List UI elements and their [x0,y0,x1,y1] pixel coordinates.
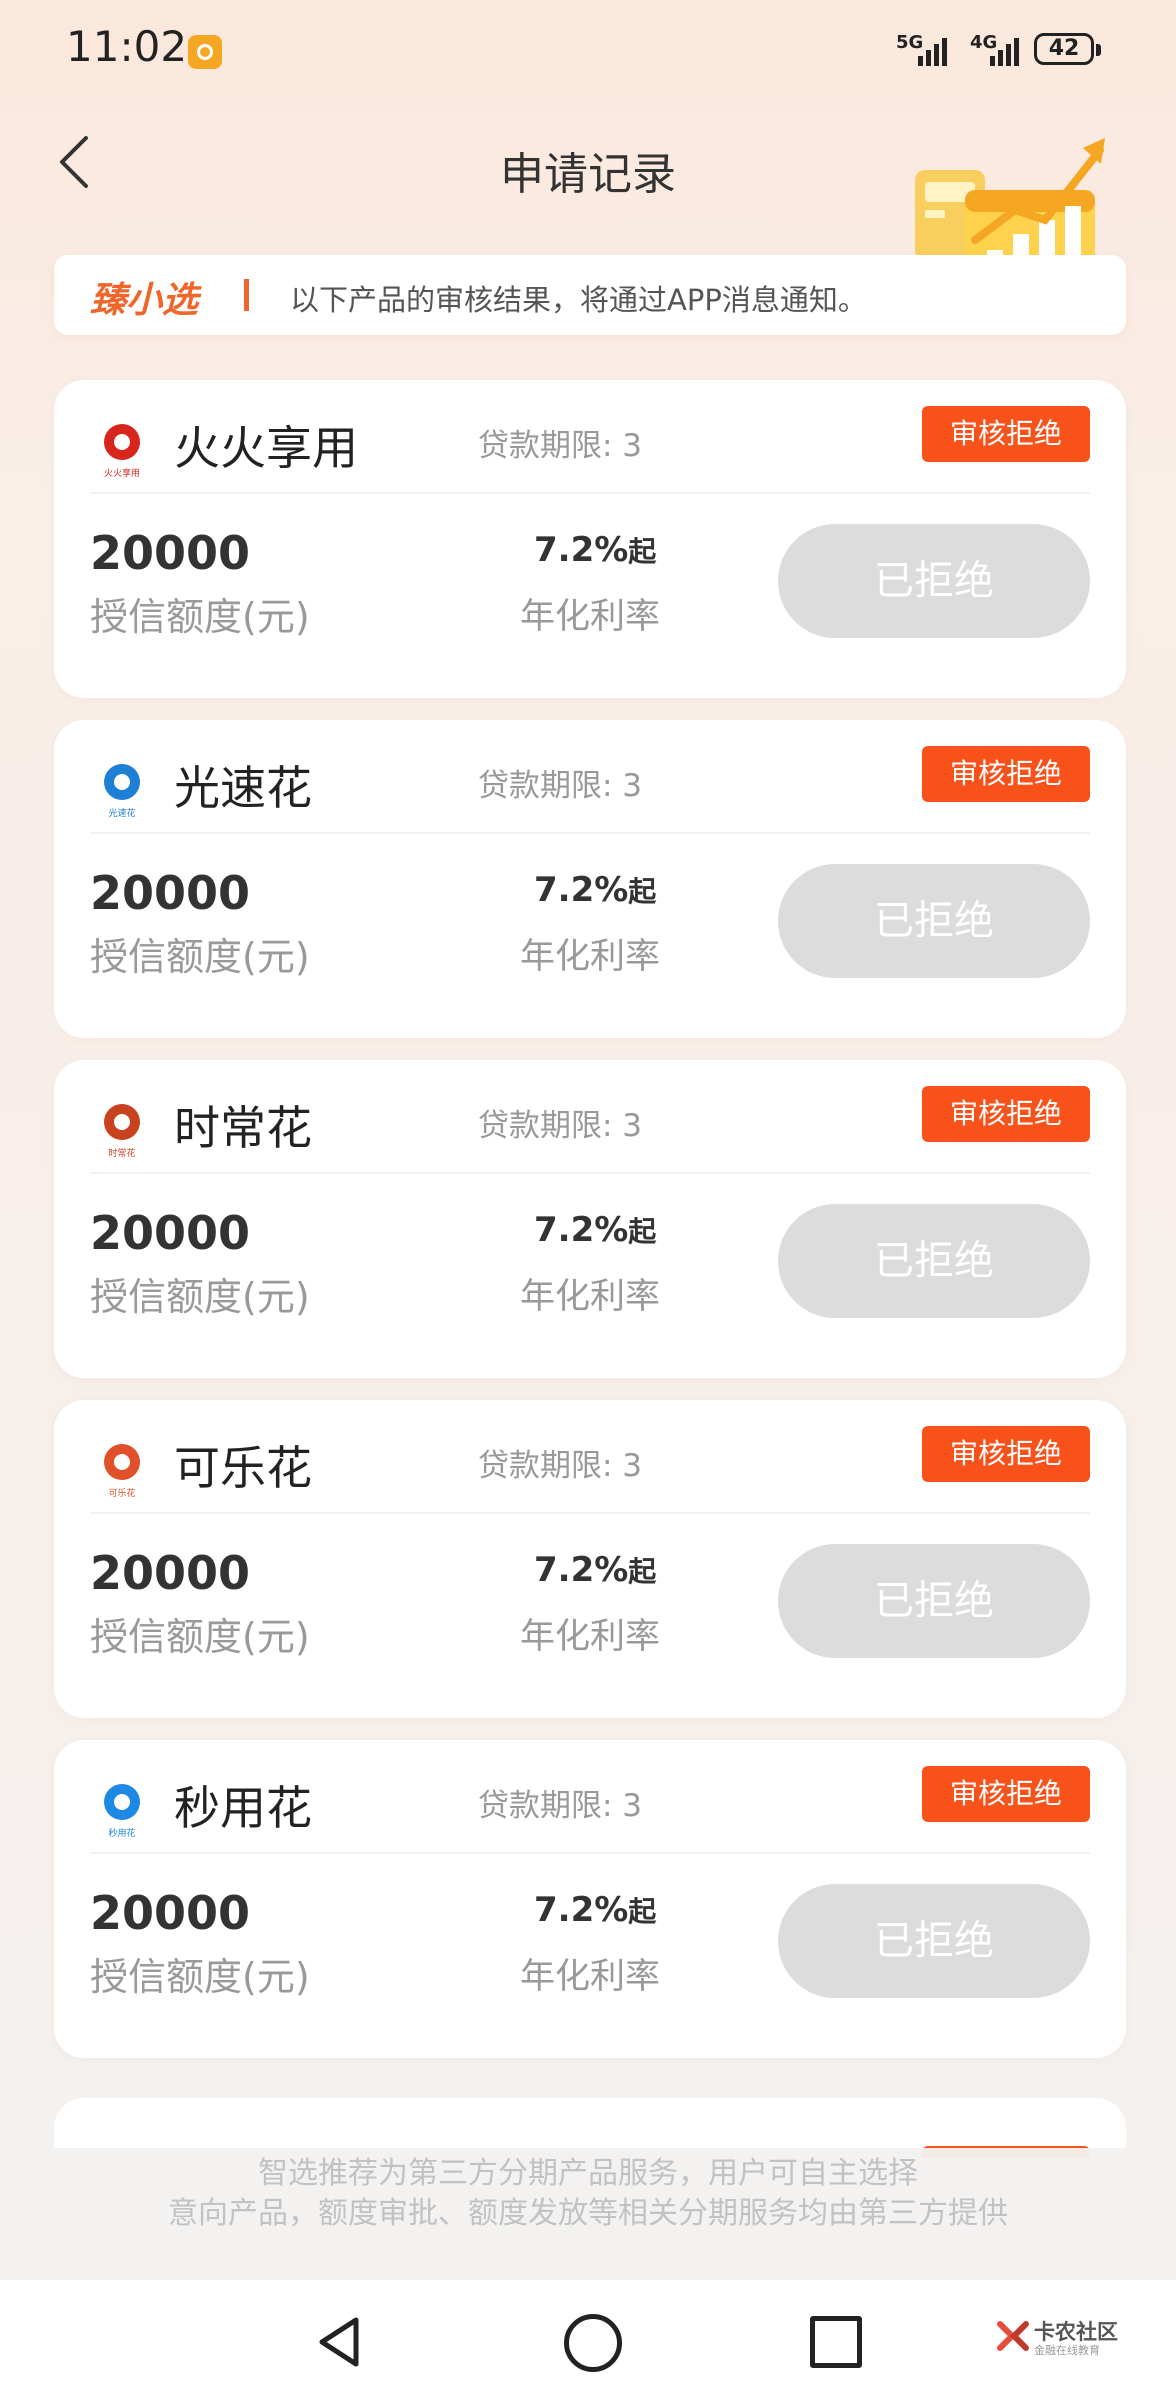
system-navigation-bar: 卡农社区 金融在线教育 [0,2280,1176,2400]
disclaimer-line-2: 意向产品，额度审批、额度发放等相关分期服务均由第三方提供 [168,2196,1008,2231]
rejected-button[interactable]: 已拒绝 [778,1204,1090,1318]
loan-term: 贷款期限: 3 [478,1108,643,1144]
product-logo-icon: 时常花 [104,1104,140,1159]
interest-rate: 7.2%起 [534,1550,657,1590]
notification-app-icon [188,35,222,69]
product-name: 光速花 [174,761,312,815]
card-divider [90,1512,1090,1514]
credit-amount-label: 授信额度(元) [90,1615,310,1659]
status-badge: 审核拒绝 [922,1766,1090,1822]
list-item-3[interactable]: 时常花 时常花 贷款期限: 3 审核拒绝 20000 授信额度(元) 7.2%起… [54,1060,1126,1378]
interest-rate-label: 年化利率 [520,1277,661,1317]
product-name: 时常花 [174,1101,312,1155]
svg-text:时常花: 时常花 [108,1147,135,1159]
svg-text:火火享用: 火火享用 [104,467,140,479]
interest-rate-label: 年化利率 [520,1957,661,1997]
interest-rate: 7.2%起 [534,1210,657,1250]
svg-text:可乐花: 可乐花 [108,1487,135,1499]
product-logo-icon: 可乐花 [104,1444,140,1499]
loan-term: 贷款期限: 3 [478,1448,643,1484]
interest-rate: 7.2%起 [534,870,657,910]
status-badge: 审核拒绝 [922,406,1090,462]
list-item-5[interactable]: 秒用花 秒用花 贷款期限: 3 审核拒绝 20000 授信额度(元) 7.2%起… [54,1740,1126,2058]
interest-rate-label: 年化利率 [520,1617,661,1657]
credit-amount-label: 授信额度(元) [90,1955,310,1999]
watermark-subtext: 金融在线教育 [1034,2344,1100,2357]
svg-text:光速花: 光速花 [108,807,135,819]
credit-amount: 20000 [90,1206,251,1260]
watermark-logo-icon [997,2321,1029,2351]
rejected-button[interactable]: 已拒绝 [778,1544,1090,1658]
card-divider [90,1852,1090,1854]
card-divider [90,832,1090,834]
loan-term: 贷款期限: 3 [478,1788,643,1824]
interest-rate-label: 年化利率 [520,937,661,977]
status-badge: 审核拒绝 [922,746,1090,802]
product-name: 可乐花 [174,1441,312,1495]
product-name: 秒用花 [174,1781,312,1835]
status-bar: 11:02 5G 4G 42 [0,0,1176,100]
notice-bar: 臻小选 以下产品的审核结果，将通过APP消息通知。 [54,255,1126,335]
credit-amount: 20000 [90,526,251,580]
product-logo-icon: 火火享用 [104,424,140,479]
notice-text: 以下产品的审核结果，将通过APP消息通知。 [290,283,867,317]
product-logo-icon: 秒用花 [104,1784,140,1839]
credit-amount: 20000 [90,866,251,920]
signal-strength-icon [918,34,958,66]
loan-term: 贷款期限: 3 [478,768,643,804]
status-badge: 审核拒绝 [922,1426,1090,1482]
brand-logo-text: 臻小选 [90,280,199,321]
watermark: 卡农社区 金融在线教育 [994,2314,1124,2374]
credit-amount-label: 授信额度(元) [90,935,310,979]
rejected-button[interactable]: 已拒绝 [778,1884,1090,1998]
disclaimer-line-1: 智选推荐为第三方分期产品服务，用户可自主选择 [258,2156,918,2191]
battery-icon: 42 [1034,33,1101,65]
product-logo-icon: 光速花 [104,764,140,819]
interest-rate-label: 年化利率 [520,597,661,637]
list-item-1[interactable]: 火火享用 火火享用 贷款期限: 3 审核拒绝 20000 授信额度(元) 7.2… [54,380,1126,698]
card-divider [90,1172,1090,1174]
system-back-icon[interactable] [312,2314,368,2370]
svg-text:秒用花: 秒用花 [108,1827,135,1839]
credit-amount: 20000 [90,1546,251,1600]
notice-divider [244,279,249,311]
system-home-icon[interactable] [564,2314,622,2372]
list-item-4[interactable]: 可乐花 可乐花 贷款期限: 3 审核拒绝 20000 授信额度(元) 7.2%起… [54,1400,1126,1718]
signal-strength-icon-2 [990,34,1030,66]
product-name: 火火享用 [174,421,358,475]
credit-amount-label: 授信额度(元) [90,595,310,639]
credit-amount: 20000 [90,1886,251,1940]
card-divider [90,492,1090,494]
rejected-button[interactable]: 已拒绝 [778,524,1090,638]
disclaimer: 智选推荐为第三方分期产品服务，用户可自主选择 意向产品，额度审批、额度发放等相关… [0,2148,1176,2278]
system-recents-icon[interactable] [810,2316,862,2368]
interest-rate: 7.2%起 [534,530,657,570]
interest-rate: 7.2%起 [534,1890,657,1930]
loan-term: 贷款期限: 3 [478,428,643,464]
status-badge: 审核拒绝 [922,1086,1090,1142]
rejected-button[interactable]: 已拒绝 [778,864,1090,978]
credit-amount-label: 授信额度(元) [90,1275,310,1319]
list-item-2[interactable]: 光速花 光速花 贷款期限: 3 审核拒绝 20000 授信额度(元) 7.2%起… [54,720,1126,1038]
status-time: 11:02 [66,22,188,71]
